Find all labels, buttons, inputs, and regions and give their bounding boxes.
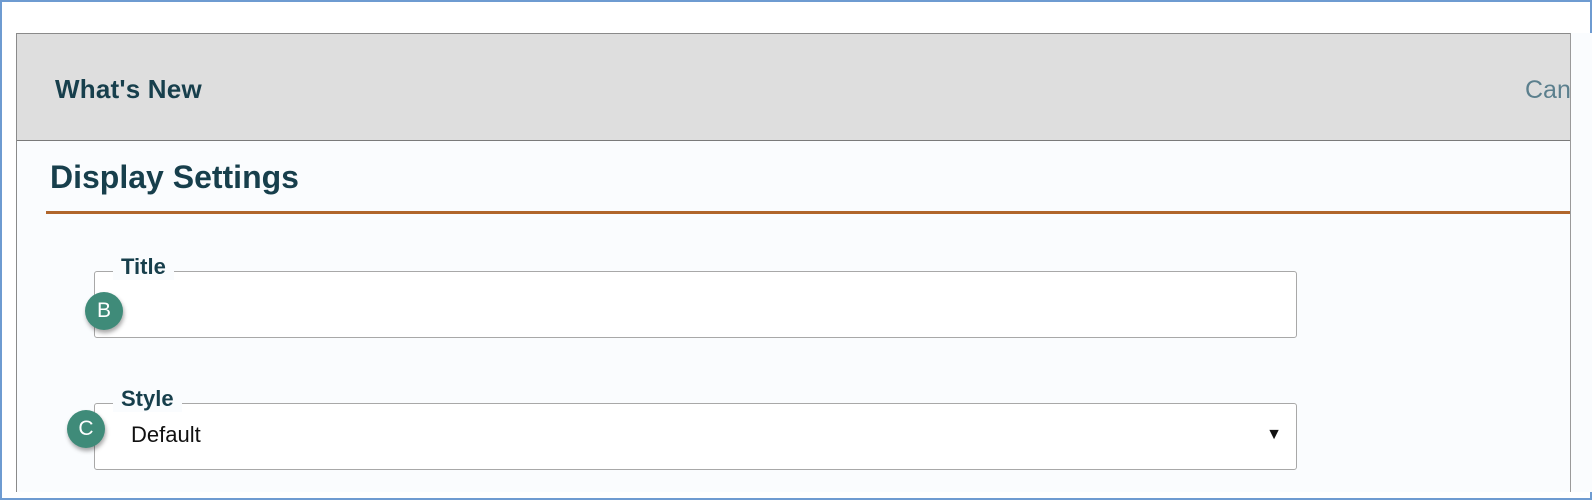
section-divider	[46, 211, 1570, 214]
style-select[interactable]: Style Default ▼	[94, 386, 1297, 470]
settings-panel: What's New Can Display Settings Title St…	[16, 33, 1592, 492]
callout-marker-c: C	[67, 410, 105, 448]
section-title: Display Settings	[50, 159, 299, 195]
title-field-label: Title	[113, 254, 174, 280]
screenshot-frame: What's New Can Display Settings Title St…	[0, 0, 1592, 500]
dropdown-arrow-icon[interactable]: ▼	[1266, 426, 1282, 444]
panel-header: What's New Can	[17, 33, 1592, 141]
vertical-scrollbar[interactable]	[1570, 33, 1592, 492]
style-field-label: Style	[113, 386, 182, 412]
panel-title: What's New	[55, 74, 202, 104]
cancel-button[interactable]: Can	[1525, 76, 1571, 105]
callout-marker-b: B	[85, 292, 123, 330]
title-field[interactable]: Title	[94, 254, 1297, 338]
style-selected-value: Default	[131, 422, 201, 447]
title-input[interactable]	[115, 288, 1255, 322]
